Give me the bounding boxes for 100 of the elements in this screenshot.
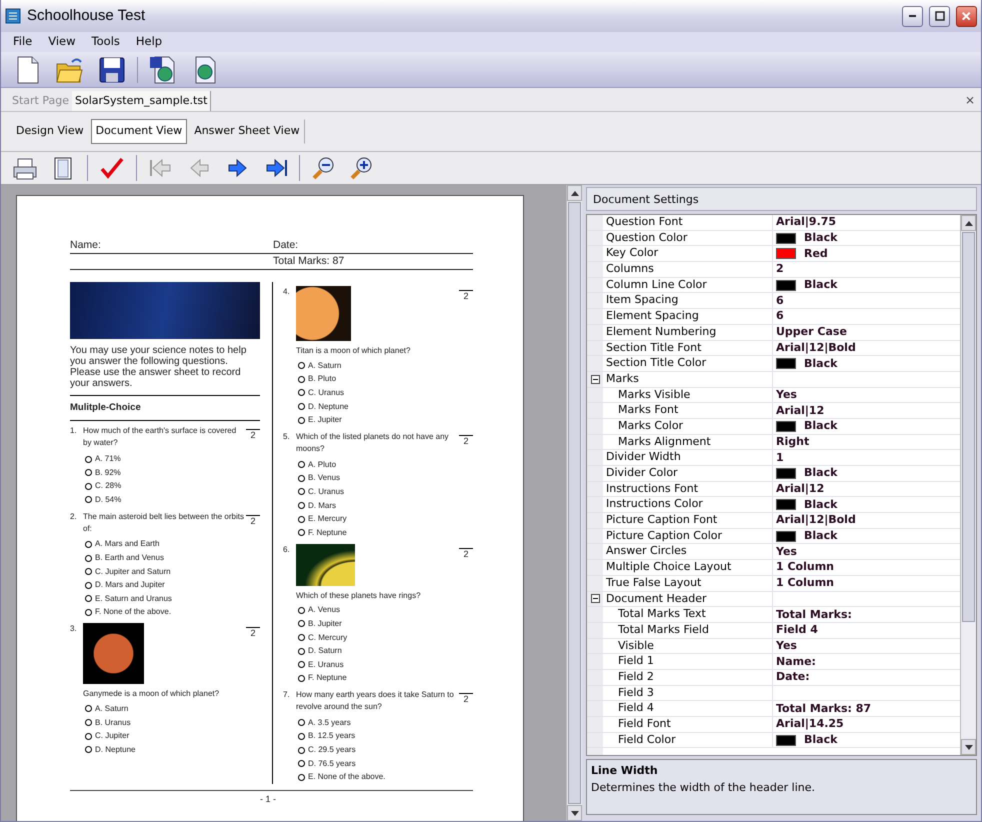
photo-placeholder	[296, 544, 355, 586]
answer-circle[interactable]	[298, 389, 305, 396]
answer-circle[interactable]	[298, 719, 305, 726]
checkmark-button[interactable]	[98, 155, 126, 181]
property-name: Picture Caption Font	[603, 513, 773, 528]
answer-circle[interactable]	[298, 648, 305, 655]
answer-circle[interactable]	[298, 774, 305, 781]
answer-option: D. Saturn	[308, 645, 342, 658]
answer-circle[interactable]	[85, 496, 92, 504]
answer-circle[interactable]	[298, 362, 305, 370]
answer-circle[interactable]	[298, 416, 305, 424]
answer-option: D. Neptune	[95, 744, 136, 756]
answer-option: A. Saturn	[95, 702, 128, 715]
answer-circle[interactable]	[298, 746, 305, 754]
view-tab[interactable]: Design View	[11, 119, 89, 144]
close-icon	[962, 12, 971, 20]
answer-circle[interactable]	[298, 502, 305, 510]
close-button[interactable]	[956, 6, 977, 26]
answer-circle[interactable]	[85, 595, 92, 602]
answer-circle[interactable]	[298, 606, 305, 614]
property-value: Total Marks: 87	[776, 702, 872, 716]
question-number: 1.	[70, 425, 78, 438]
property-value: Black	[804, 419, 838, 434]
answer-circle[interactable]	[85, 608, 92, 616]
answer-circle[interactable]	[85, 540, 92, 548]
scroll-up-button[interactable]	[961, 215, 976, 231]
answer-circle[interactable]	[85, 456, 92, 463]
answer-circle[interactable]	[85, 469, 92, 476]
property-value: Total Marks:	[776, 608, 852, 622]
instructions-text: You may use your science notes to help you answer the following questions. Please use the answer sheet to record your answers.	[70, 345, 248, 389]
answer-circle[interactable]	[85, 719, 92, 726]
answer-circle[interactable]	[298, 674, 305, 682]
answer-option: F. Neptune	[308, 526, 347, 539]
answer-circle[interactable]	[298, 488, 305, 496]
answer-option: B. 12.5 years	[308, 730, 356, 742]
property-name: Field 2	[603, 670, 773, 685]
answer-option: C. Uranus	[308, 386, 344, 399]
close-tab-button[interactable]: ×	[964, 90, 975, 108]
menu-item[interactable]: View	[40, 33, 84, 51]
answer-circle[interactable]	[298, 403, 305, 410]
answer-circle[interactable]	[85, 568, 92, 576]
answer-circle[interactable]	[85, 705, 92, 712]
answer-circle[interactable]	[298, 529, 305, 536]
answer-option: B. Jupiter	[308, 618, 342, 630]
answer-circle[interactable]	[298, 661, 305, 668]
view-tab[interactable]: Document View	[90, 119, 188, 144]
marks-value: 2	[459, 693, 473, 704]
answer-option: A. 3.5 years	[308, 716, 351, 729]
property-value: Name:	[776, 654, 816, 669]
menu-item[interactable]: File	[5, 33, 40, 51]
answer-circle[interactable]	[298, 516, 305, 523]
property-value: Red	[804, 246, 828, 261]
app-icon	[5, 8, 21, 24]
answer-circle[interactable]	[85, 554, 92, 562]
marks-value: 2	[246, 627, 260, 638]
answer-option: A. Venus	[308, 604, 340, 616]
answer-circle[interactable]	[85, 482, 92, 490]
scroll-up-button[interactable]	[567, 185, 582, 201]
answer-option: D. Mars and Jupiter	[95, 579, 165, 592]
property-name: Question Font	[603, 215, 773, 230]
collapse-icon[interactable]	[590, 374, 600, 384]
minimize-button[interactable]	[902, 6, 923, 26]
answer-circle[interactable]	[298, 732, 305, 740]
scrollbar-thumb[interactable]	[962, 232, 975, 622]
maximize-button[interactable]	[929, 6, 950, 26]
collapse-icon[interactable]	[590, 594, 600, 604]
answer-option: B. 92%	[95, 466, 121, 479]
marks-value: 2	[459, 548, 473, 558]
menu-item[interactable]: Tools	[84, 33, 128, 51]
property-name: Key Color	[603, 246, 773, 262]
property-value: Black	[804, 231, 838, 246]
vertical-scrollbar[interactable]	[960, 215, 976, 755]
document-tab[interactable]: SolarSystem_sample.tst	[72, 90, 212, 111]
answer-circle[interactable]	[298, 760, 305, 768]
scroll-down-button[interactable]	[567, 805, 582, 821]
answer-circle[interactable]	[85, 732, 92, 740]
minimize-icon	[909, 15, 916, 17]
answer-circle[interactable]	[85, 582, 92, 589]
answer-circle[interactable]	[298, 474, 305, 482]
scrollbar-thumb[interactable]	[568, 202, 581, 804]
view-tab[interactable]: Answer Sheet View	[189, 119, 305, 144]
answer-option: F. Neptune	[308, 672, 347, 684]
property-name: Field Font	[603, 717, 773, 732]
answer-circle[interactable]	[298, 376, 305, 383]
answer-circle[interactable]	[298, 620, 305, 628]
answer-circle[interactable]	[298, 634, 305, 642]
question-text: How much of the earth's surface is covered by water?	[83, 425, 238, 450]
vertical-scrollbar[interactable]	[566, 185, 582, 821]
scroll-down-button[interactable]	[961, 739, 976, 755]
property-name: Marks Visible	[603, 388, 773, 402]
property-name: Divider Color	[603, 466, 773, 481]
menu-item[interactable]: Help	[128, 33, 170, 51]
property-name: Item Spacing	[603, 293, 773, 308]
total-marks: Total Marks: 87	[273, 254, 344, 269]
property-value: Arial|12|Bold	[776, 340, 856, 355]
up-arrow-icon	[964, 220, 972, 226]
answer-circle[interactable]	[298, 461, 305, 468]
answer-circle[interactable]	[85, 746, 92, 754]
answer-option: C. Jupiter	[95, 730, 130, 742]
property-name: Instructions Color	[603, 497, 773, 512]
